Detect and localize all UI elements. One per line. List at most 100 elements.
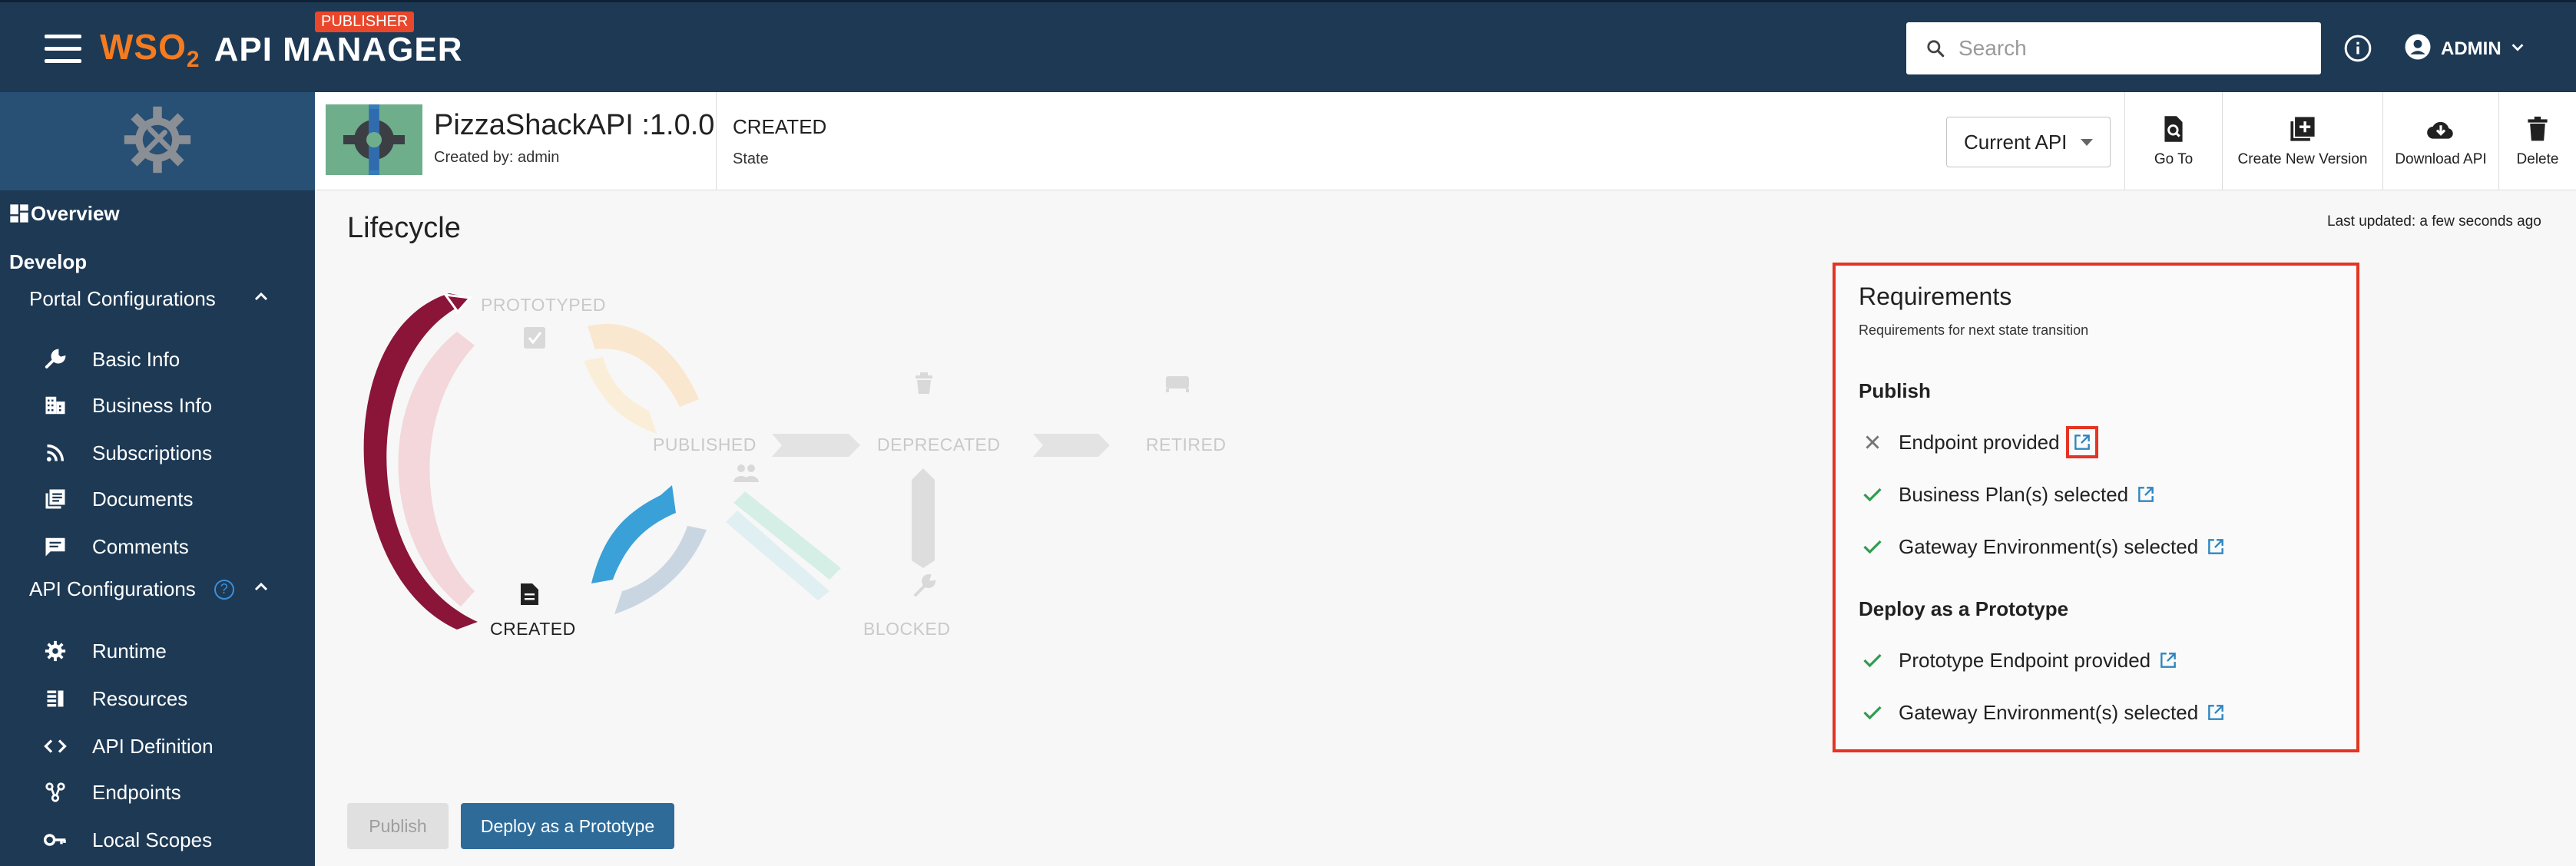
state-retired[interactable]: RETIRED <box>1146 435 1226 455</box>
gear-icon <box>40 636 71 666</box>
download-api-label: Download API <box>2395 151 2487 167</box>
prototype-heading: Deploy as a Prototype <box>1859 597 2069 620</box>
state-published[interactable]: PUBLISHED <box>653 435 757 455</box>
top-app-bar: WSO2 API MANAGER PUBLISHER ADMIN <box>0 0 2576 92</box>
state-deprecated[interactable]: DEPRECATED <box>877 435 1001 455</box>
goto-button[interactable]: Go To <box>2125 92 2222 190</box>
sidebar-item-comments[interactable]: Comments <box>40 531 355 562</box>
sidebar-item-subscriptions[interactable]: Subscriptions <box>40 438 355 468</box>
account-icon <box>2404 33 2432 66</box>
sidebar-item-overview[interactable]: Overview <box>8 198 323 229</box>
sidebar-item-runtime[interactable]: Runtime <box>40 636 355 666</box>
requirement-label: Endpoint provided <box>1899 430 2060 454</box>
requirement-label: Business Plan(s) selected <box>1899 482 2129 506</box>
brand-logo-text: WSO2 <box>100 27 200 73</box>
business-icon <box>40 390 71 421</box>
lifecycle-diagram <box>363 293 1189 630</box>
version-select[interactable]: Current API <box>1946 117 2111 167</box>
rss-icon <box>40 438 71 468</box>
sidebar-item-api-definition[interactable]: API Definition <box>40 731 355 762</box>
delete-button[interactable]: Delete <box>2499 92 2576 190</box>
sidebar-item-label: Endpoints <box>92 780 181 804</box>
sidebar-api-icon-area <box>0 92 315 190</box>
publish-button[interactable]: Publish <box>347 803 449 849</box>
sidebar-group-label: API Configurations <box>29 577 196 600</box>
search-box[interactable] <box>1906 22 2321 74</box>
sidebar-group-portal-configurations[interactable]: Portal Configurations <box>29 287 344 311</box>
sidebar-item-label: Resources <box>92 686 188 710</box>
requirement-prototype-gateway-environments-selected: Gateway Environment(s) selected <box>1859 697 2227 728</box>
documents-icon <box>40 484 71 514</box>
menu-icon[interactable] <box>45 35 83 64</box>
check-icon <box>1859 646 1886 674</box>
publisher-badge: PUBLISHER <box>315 12 415 32</box>
requirement-label: Gateway Environment(s) selected <box>1899 534 2199 558</box>
open-in-new-icon[interactable] <box>2134 483 2157 506</box>
open-in-new-icon[interactable] <box>2204 535 2227 558</box>
sidebar-item-label: Runtime <box>92 639 167 663</box>
divider <box>716 92 717 190</box>
api-created-by: Created by: admin <box>434 149 560 166</box>
key-icon <box>40 825 71 855</box>
sidebar-item-label: API Definition <box>92 734 214 758</box>
create-new-version-button[interactable]: Create New Version <box>2223 92 2382 190</box>
resources-icon <box>40 683 71 714</box>
sidebar-item-business-info[interactable]: Business Info <box>40 390 355 421</box>
info-icon[interactable] <box>2343 33 2373 64</box>
api-name: PizzaShackAPI :1.0.0 <box>434 109 715 141</box>
open-in-new-icon[interactable] <box>2065 426 2098 458</box>
app-logo[interactable]: WSO2 API MANAGER <box>100 27 463 73</box>
help-icon[interactable]: ? <box>214 579 234 600</box>
code-icon <box>40 731 71 762</box>
user-name: ADMIN <box>2441 38 2502 59</box>
state-blocked[interactable]: BLOCKED <box>863 619 950 640</box>
requirement-business-plans-selected: Business Plan(s) selected <box>1859 479 2157 510</box>
version-select-value: Current API <box>1964 130 2068 154</box>
find-page-icon <box>2161 114 2186 144</box>
search-icon <box>1917 33 1954 64</box>
state-prototyped[interactable]: PROTOTYPED <box>481 295 606 316</box>
chevron-up-icon[interactable] <box>252 577 270 601</box>
requirements-subtitle: Requirements for next state transition <box>1859 322 2089 338</box>
sidebar-item-basic-info[interactable]: Basic Info <box>40 344 355 375</box>
blocked-wrench-icon <box>914 573 936 597</box>
requirement-label: Prototype Endpoint provided <box>1899 648 2151 672</box>
created-document-icon <box>521 583 538 605</box>
api-thumbnail[interactable] <box>326 104 422 175</box>
chevron-up-icon[interactable] <box>252 287 270 311</box>
wrench-icon <box>40 344 71 375</box>
requirements-panel: Requirements Requirements for next state… <box>1833 263 2359 752</box>
search-input[interactable] <box>1958 36 2321 61</box>
dropdown-arrow-icon <box>2081 139 2093 146</box>
sidebar-item-endpoints[interactable]: Endpoints <box>40 777 355 808</box>
sidebar-item-label: Overview <box>31 201 120 225</box>
open-in-new-icon[interactable] <box>2204 701 2227 724</box>
check-icon <box>1859 481 1886 508</box>
published-to-prototyped-arc <box>584 357 657 434</box>
deprecated-to-retired-chevrons <box>1033 434 1110 457</box>
endpoints-icon <box>40 777 71 808</box>
sidebar-item-label: Comments <box>92 534 189 558</box>
state-created[interactable]: CREATED <box>490 619 576 640</box>
api-state-label: State <box>733 150 769 167</box>
requirement-prototype-endpoint-provided: Prototype Endpoint provided <box>1859 645 2180 676</box>
download-api-button[interactable]: Download API <box>2383 92 2498 190</box>
open-in-new-icon[interactable] <box>2157 649 2180 672</box>
sidebar-item-documents[interactable]: Documents <box>40 484 355 514</box>
dashboard-icon <box>8 198 31 229</box>
app-title: API MANAGER <box>214 31 463 68</box>
trash-icon <box>2527 114 2548 144</box>
sidebar-item-resources[interactable]: Resources <box>40 683 355 714</box>
sidebar-item-local-scopes[interactable]: Local Scopes <box>40 825 355 855</box>
user-menu[interactable]: ADMIN <box>2404 33 2526 65</box>
sidebar-group-api-configurations[interactable]: API Configurations ? <box>29 577 344 601</box>
requirements-title: Requirements <box>1859 283 2012 310</box>
comment-icon <box>40 531 71 562</box>
sidebar-item-label: Subscriptions <box>92 441 213 464</box>
prototyped-check-icon <box>524 327 545 349</box>
api-header: PizzaShackAPI :1.0.0 Created by: admin C… <box>315 92 2576 190</box>
api-state-value: CREATED <box>733 115 827 138</box>
deploy-prototype-button[interactable]: Deploy as a Prototype <box>461 803 674 849</box>
sidebar-item-label: Documents <box>92 487 194 511</box>
requirement-gateway-environments-selected: Gateway Environment(s) selected <box>1859 531 2227 562</box>
